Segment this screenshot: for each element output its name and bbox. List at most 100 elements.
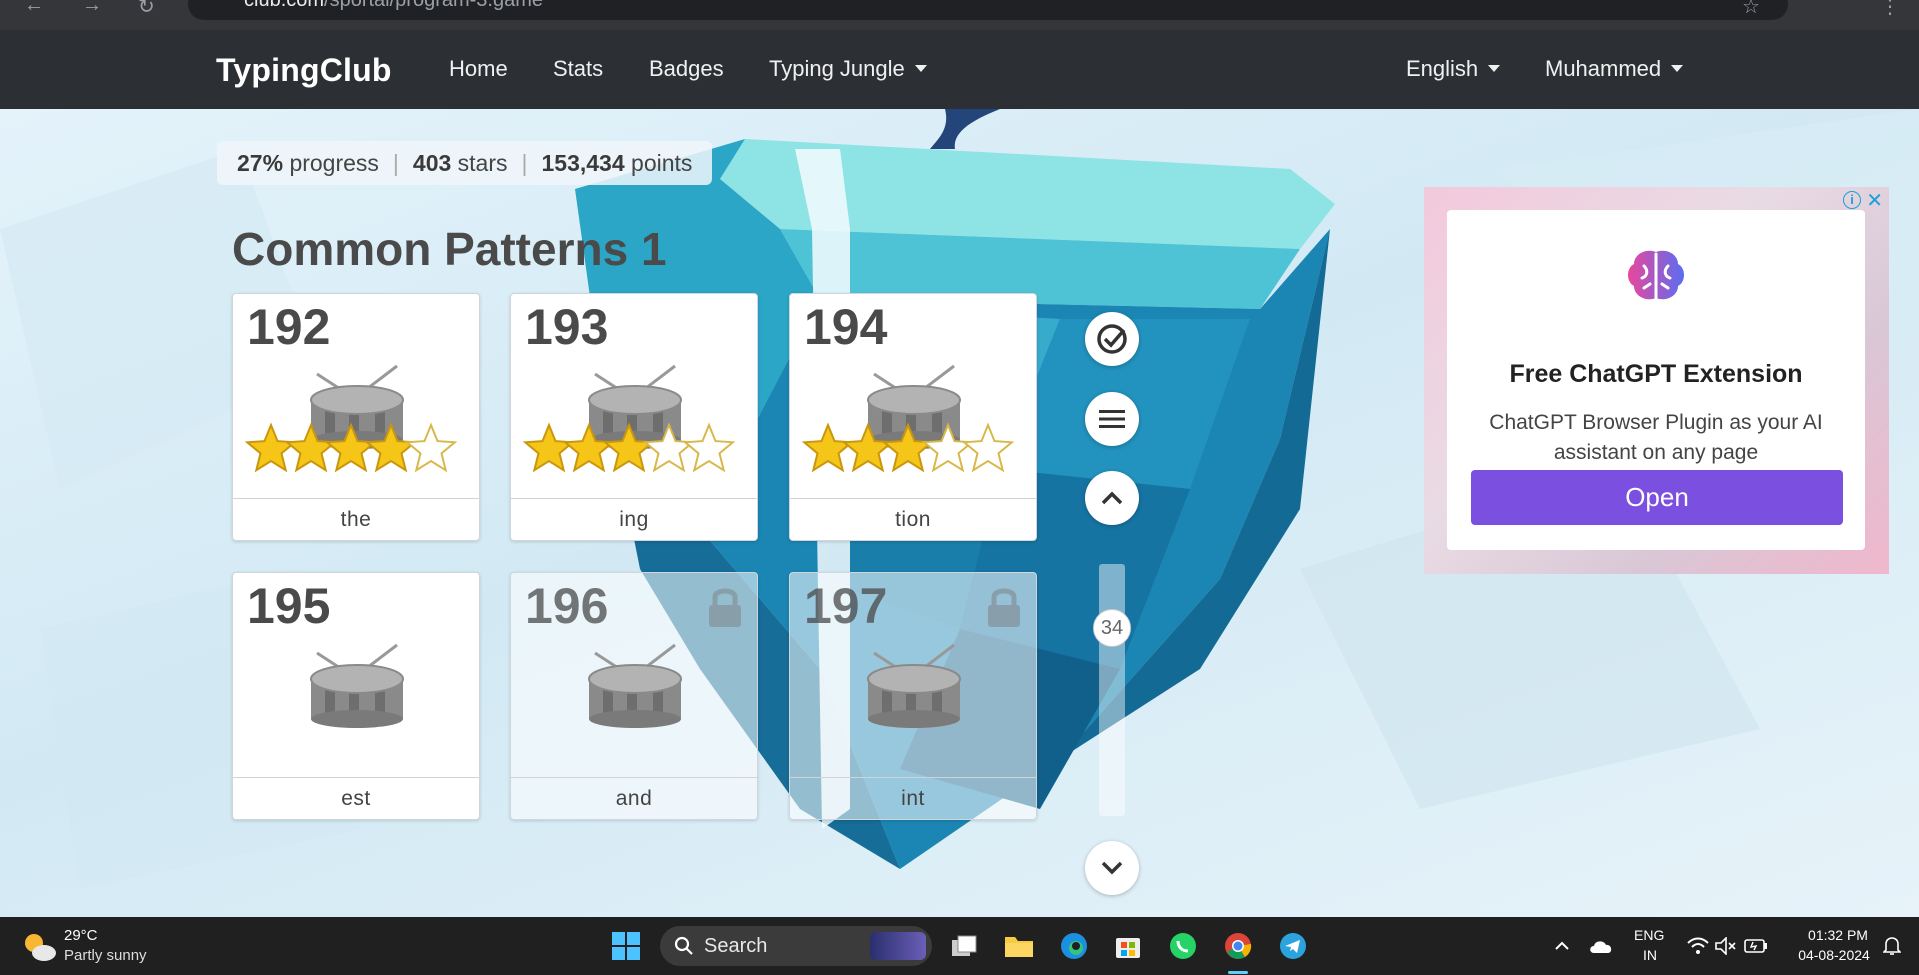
star-icon <box>881 422 935 473</box>
microsoft-store-icon[interactable] <box>1112 930 1144 962</box>
telegram-icon[interactable] <box>1277 930 1309 962</box>
progress-label: progress <box>289 150 379 176</box>
star-icon <box>522 422 576 473</box>
forward-icon[interactable]: → <box>82 0 102 17</box>
lesson-number: 194 <box>804 299 888 355</box>
advertisement: i ✕ Free ChatGPT Extension ChatGPT Brows… <box>1424 187 1889 574</box>
onedrive-cloud-icon[interactable] <box>1585 930 1617 962</box>
ad-card[interactable]: Free ChatGPT Extension ChatGPT Browser P… <box>1447 210 1865 550</box>
notification-bell-icon[interactable] <box>1876 930 1908 962</box>
lesson-card-192[interactable]: 192 the <box>232 293 480 541</box>
url-path: /sportal/program-3.game <box>324 0 544 11</box>
brand-logo[interactable]: TypingClub <box>216 52 392 89</box>
user-name: Muhammed <box>1545 56 1662 81</box>
nav-badges[interactable]: Badges <box>649 56 724 82</box>
ad-body: ChatGPT Browser Plugin as your AI assist… <box>1489 411 1823 464</box>
language-dropdown[interactable]: English <box>1406 56 1501 82</box>
whatsapp-icon[interactable] <box>1167 930 1199 962</box>
drum-illustration <box>864 639 964 734</box>
nav-stats[interactable]: Stats <box>553 56 603 82</box>
url-host: club.com <box>244 0 325 11</box>
clock-time[interactable]: 01:32 PM <box>1798 927 1878 943</box>
drum-icon <box>588 643 682 728</box>
browser-menu-icon[interactable]: ⋮ <box>1880 0 1900 19</box>
stars-count: 403 <box>412 150 452 176</box>
progress-percent: 27% <box>237 150 284 176</box>
clock-date[interactable]: 04-08-2024 <box>1784 947 1884 963</box>
star-icon <box>324 422 378 473</box>
lesson-card-194[interactable]: 194 tion <box>789 293 1037 541</box>
show-hidden-icons-chevron-icon[interactable] <box>1546 930 1578 962</box>
ad-close-icon[interactable]: ✕ <box>1866 188 1883 213</box>
battery-icon[interactable] <box>1740 930 1772 962</box>
speaker-muted-icon[interactable] <box>1710 930 1742 962</box>
nav-typing-jungle-dropdown[interactable]: Typing Jungle <box>769 56 927 82</box>
nav-typing-jungle-label: Typing Jungle <box>769 56 905 81</box>
lesson-card-195[interactable]: 195 est <box>232 572 480 820</box>
brain-icon <box>1628 250 1684 300</box>
reload-icon[interactable]: ↻ <box>138 0 155 19</box>
lesson-card-193[interactable]: 193 ing <box>510 293 758 541</box>
start-icon[interactable] <box>610 930 642 962</box>
hamburger-icon <box>1099 410 1125 428</box>
lesson-number: 195 <box>247 578 331 634</box>
user-dropdown[interactable]: Muhammed <box>1545 56 1684 82</box>
weather-temperature[interactable]: 29°C <box>64 927 98 944</box>
windows-taskbar: 29°C Partly sunny Search ENG IN 01:32 PM… <box>0 917 1919 975</box>
star-rating <box>522 422 736 473</box>
lesson-scroll-track[interactable] <box>1099 564 1125 816</box>
chrome-icon[interactable] <box>1222 930 1254 962</box>
scroll-down-button[interactable] <box>1085 841 1139 895</box>
input-language-bottom[interactable]: IN <box>1643 947 1657 963</box>
divider: | <box>521 150 528 176</box>
scroll-up-button[interactable] <box>1085 471 1139 525</box>
partly-sunny-icon[interactable] <box>20 929 58 963</box>
weather-description[interactable]: Partly sunny <box>64 947 147 964</box>
points-count: 153,434 <box>541 150 625 176</box>
chevron-up-icon <box>1101 491 1123 505</box>
star-rating <box>801 422 1015 473</box>
search-icon <box>674 936 693 955</box>
lock-indicator <box>986 585 1022 634</box>
nav-home[interactable]: Home <box>449 56 508 82</box>
task-view-icon[interactable] <box>948 930 980 962</box>
star-icon <box>244 422 298 473</box>
star-icon <box>921 422 975 473</box>
top-navbar: TypingClub Home Stats Badges Typing Jung… <box>0 30 1919 109</box>
lesson-card-196[interactable]: 196 and <box>510 572 758 820</box>
lesson-stars <box>801 414 1027 491</box>
drum-icon <box>310 643 404 728</box>
star-icon <box>602 422 656 473</box>
lesson-card-197[interactable]: 197 int <box>789 572 1037 820</box>
language-label: English <box>1406 56 1479 81</box>
edge-icon[interactable] <box>1058 930 1090 962</box>
menu-button[interactable] <box>1085 392 1139 446</box>
address-bar[interactable]: club.com/sportal/program-3.game <box>188 0 1788 20</box>
lock-icon <box>988 588 1020 627</box>
lesson-scroll-thumb[interactable]: 34 <box>1093 609 1131 647</box>
lesson-word: ing <box>511 498 757 540</box>
drum-illustration <box>307 639 407 734</box>
check-circle-icon <box>1097 324 1127 354</box>
star-icon <box>682 422 736 473</box>
lesson-stars <box>522 414 748 491</box>
lesson-word: tion <box>790 498 1036 540</box>
bookmark-star-icon[interactable]: ☆ <box>1742 0 1760 19</box>
file-explorer-icon[interactable] <box>1003 930 1035 962</box>
lesson-word: est <box>233 777 479 819</box>
points-label: points <box>631 150 693 176</box>
caret-down-icon <box>914 65 927 72</box>
back-icon[interactable]: ← <box>24 0 44 17</box>
drum-illustration <box>585 639 685 734</box>
section-title: Common Patterns 1 <box>232 223 667 275</box>
ad-info-icon[interactable]: i <box>1843 191 1861 209</box>
star-icon <box>841 422 895 473</box>
completed-lessons-button[interactable] <box>1085 312 1139 366</box>
ad-open-button[interactable]: Open <box>1471 470 1843 525</box>
input-language-top[interactable]: ENG <box>1634 927 1664 943</box>
lesson-number: 193 <box>525 299 609 355</box>
lock-icon <box>709 588 741 627</box>
taskbar-search[interactable]: Search <box>660 926 932 966</box>
browser-toolbar: ← → ↻ club.com/sportal/program-3.game ☆ … <box>0 0 1919 30</box>
star-icon <box>404 422 458 473</box>
